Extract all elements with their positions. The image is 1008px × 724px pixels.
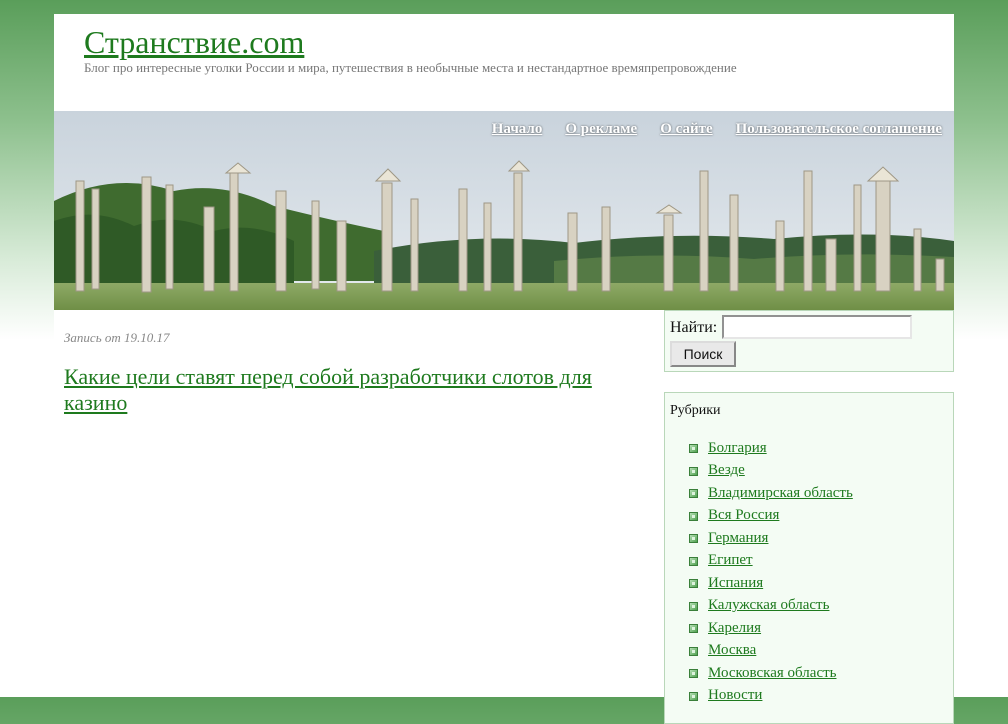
bullet-icon bbox=[689, 556, 698, 566]
site-title-link[interactable]: Странствие.com bbox=[84, 24, 304, 61]
list-item: Карелия bbox=[689, 617, 853, 640]
bullet-icon bbox=[689, 534, 698, 544]
categories-widget: Рубрики Болгария Везде Владимирская обла… bbox=[664, 392, 954, 724]
category-link[interactable]: Болгария bbox=[708, 440, 767, 457]
nav-link-about[interactable]: О сайте bbox=[660, 121, 712, 138]
main-navigation: Начало О рекламе О сайте Пользовательско… bbox=[492, 121, 942, 138]
site-tagline: Блог про интересные уголки России и мира… bbox=[84, 60, 737, 75]
list-item: Болгария bbox=[689, 437, 853, 460]
page-container: Странствие.com Блог про интересные уголк… bbox=[54, 14, 954, 724]
list-item: Египет bbox=[689, 550, 853, 573]
bullet-icon bbox=[689, 646, 698, 656]
banner-landscape-picture bbox=[54, 111, 954, 310]
category-link[interactable]: Новости bbox=[708, 687, 762, 704]
nav-link-home[interactable]: Начало bbox=[492, 121, 543, 138]
bullet-icon bbox=[689, 466, 698, 476]
bullet-icon bbox=[689, 579, 698, 589]
bullet-icon bbox=[689, 511, 698, 521]
list-item: Испания bbox=[689, 572, 853, 595]
category-link[interactable]: Египет bbox=[708, 552, 753, 569]
category-link[interactable]: Испания bbox=[708, 575, 763, 592]
bullet-icon bbox=[689, 624, 698, 634]
category-link[interactable]: Московская область bbox=[708, 665, 837, 682]
list-item: Московская область bbox=[689, 662, 853, 685]
post-date: Запись от 19.10.17 bbox=[64, 330, 170, 345]
search-label: Найти: bbox=[670, 319, 718, 336]
list-item: Москва bbox=[689, 640, 853, 663]
bullet-icon bbox=[689, 601, 698, 611]
category-link[interactable]: Германия bbox=[708, 530, 768, 547]
category-link[interactable]: Калужская область bbox=[708, 597, 829, 614]
categories-title: Рубрики bbox=[670, 403, 721, 418]
post-title-link[interactable]: Какие цели ставят перед собой разработчи… bbox=[64, 364, 644, 416]
header-banner-image: Начало О рекламе О сайте Пользовательско… bbox=[54, 111, 954, 310]
list-item: Германия bbox=[689, 527, 853, 550]
category-link[interactable]: Карелия bbox=[708, 620, 761, 637]
list-item: Вся Россия bbox=[689, 505, 853, 528]
list-item: Везде bbox=[689, 460, 853, 483]
category-link[interactable]: Вся Россия bbox=[708, 507, 779, 524]
bullet-icon bbox=[689, 444, 698, 454]
list-item: Владимирская область bbox=[689, 482, 853, 505]
search-input[interactable] bbox=[722, 315, 912, 339]
bullet-icon bbox=[689, 489, 698, 499]
category-link[interactable]: Везде bbox=[708, 462, 745, 479]
list-item: Калужская область bbox=[689, 595, 853, 618]
categories-list: Болгария Везде Владимирская область Вся … bbox=[689, 437, 853, 707]
search-button[interactable]: Поиск bbox=[670, 341, 736, 367]
nav-link-user-agreement[interactable]: Пользовательское соглашение bbox=[736, 121, 942, 138]
category-link[interactable]: Москва bbox=[708, 642, 756, 659]
category-link[interactable]: Владимирская область bbox=[708, 485, 853, 502]
nav-link-advertising[interactable]: О рекламе bbox=[565, 121, 637, 138]
bullet-icon bbox=[689, 691, 698, 701]
search-widget: Найти: Поиск bbox=[664, 310, 954, 372]
list-item: Новости bbox=[689, 685, 853, 708]
bullet-icon bbox=[689, 669, 698, 679]
